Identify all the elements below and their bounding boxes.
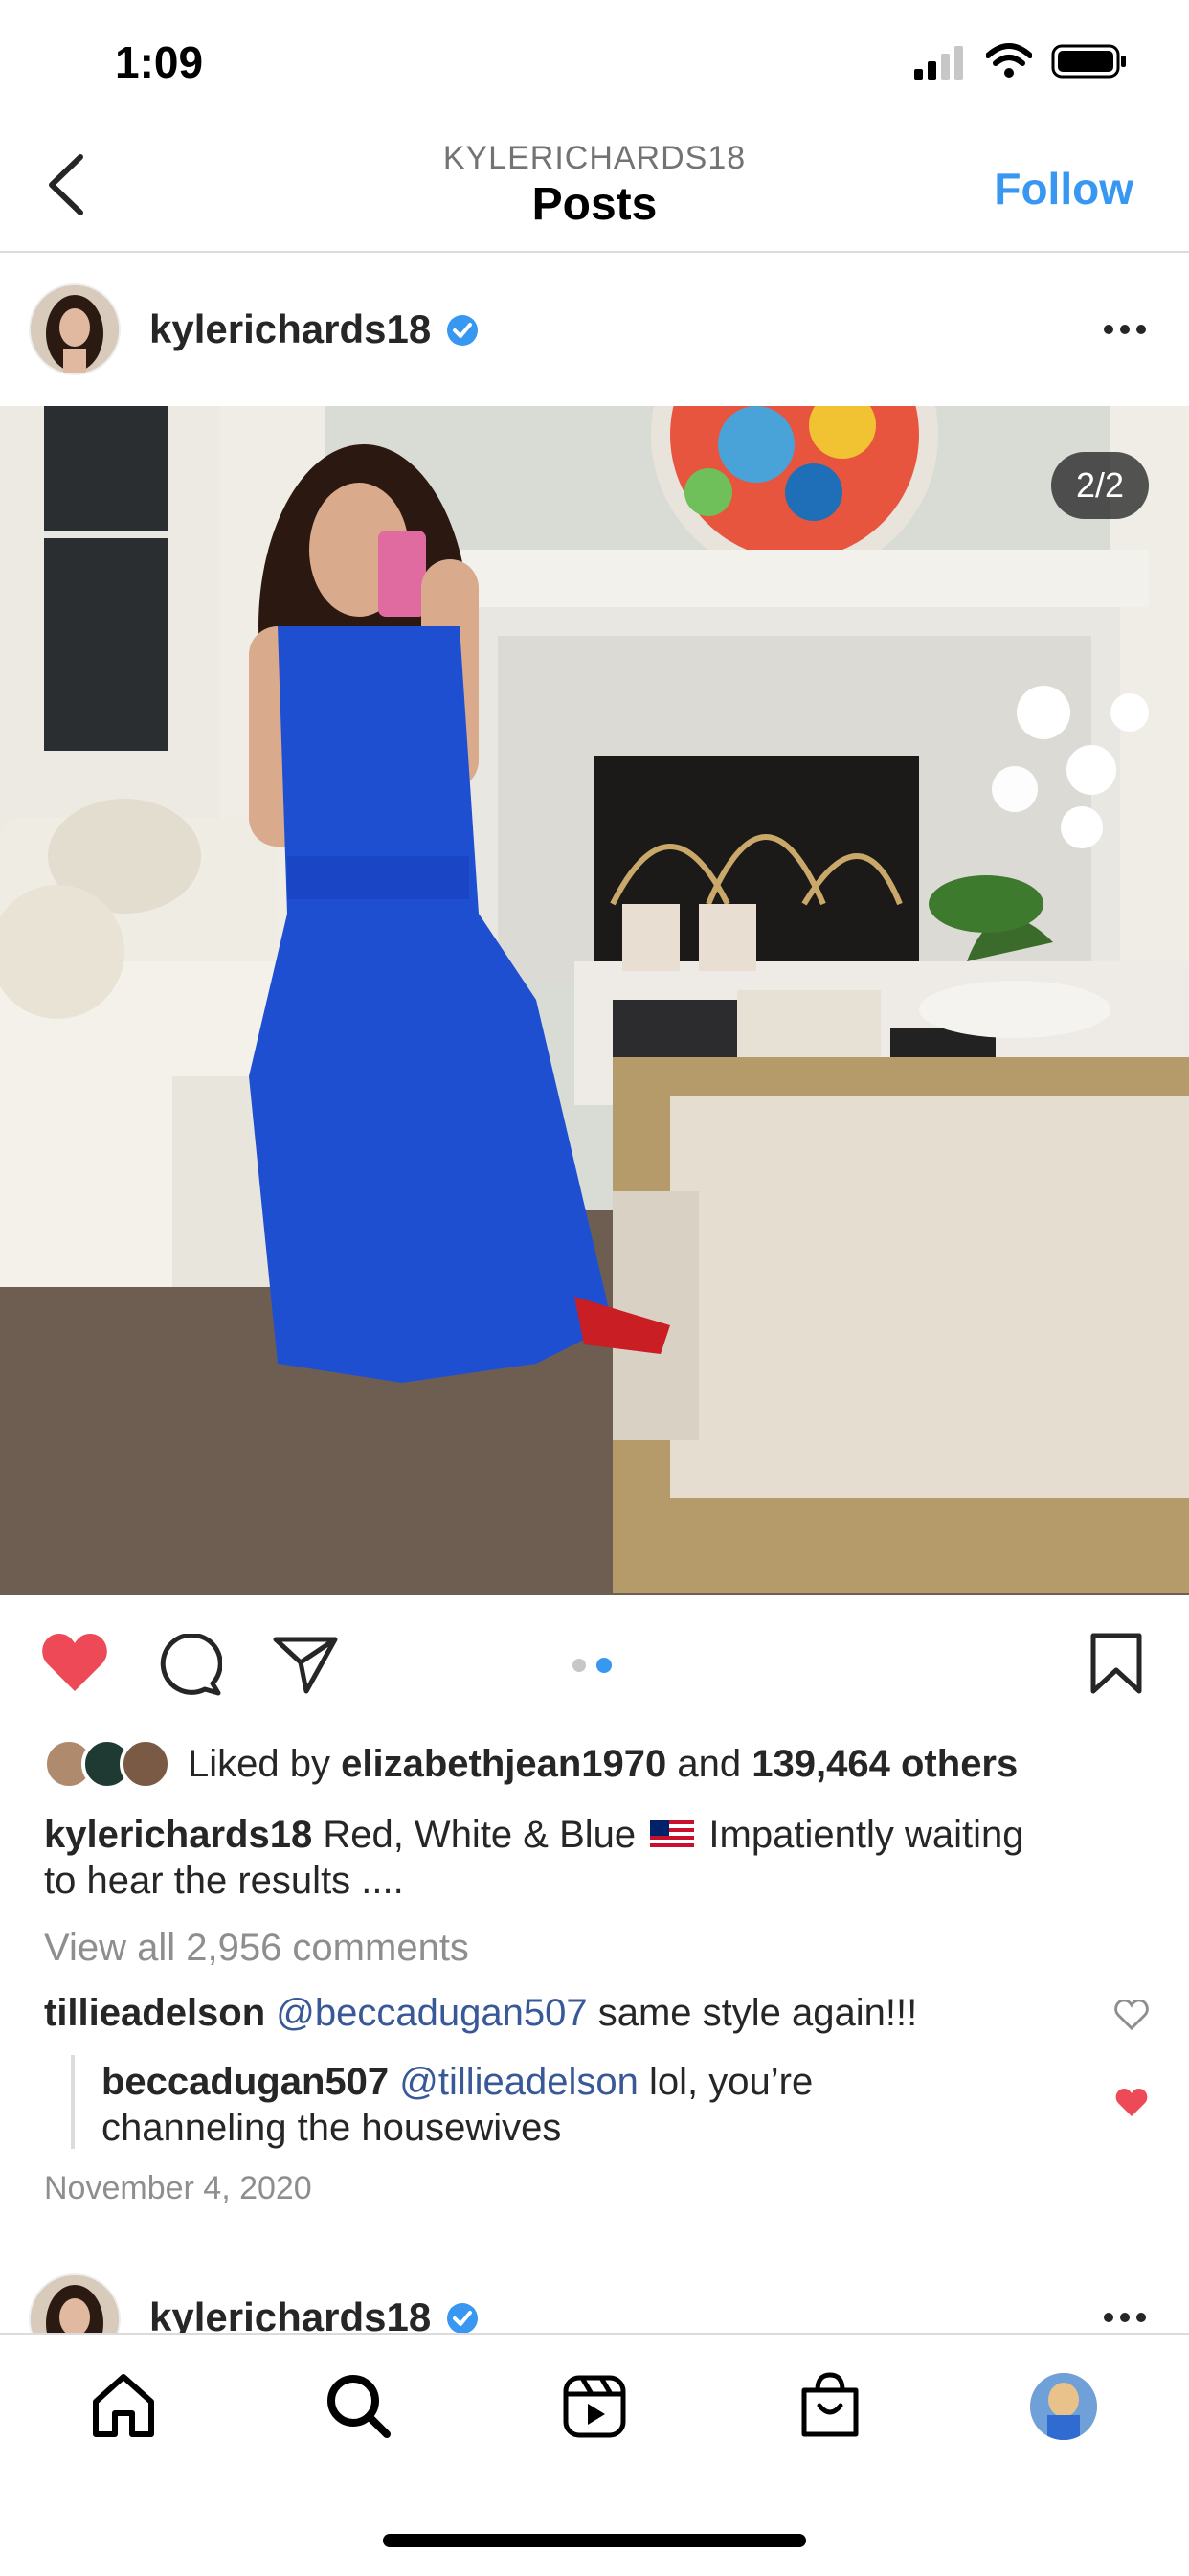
avatar[interactable] xyxy=(29,283,121,375)
verified-badge-icon xyxy=(447,2303,478,2333)
heart-icon[interactable] xyxy=(40,1632,109,1695)
post-username[interactable]: kylerichards18 xyxy=(149,306,431,352)
search-icon[interactable] xyxy=(325,2373,393,2440)
comment-text: lol, you’re xyxy=(649,2061,814,2103)
follow-button[interactable]: Follow xyxy=(994,163,1133,215)
comment-icon[interactable] xyxy=(157,1634,222,1697)
profile-tab-avatar[interactable] xyxy=(1030,2373,1097,2440)
verified-badge-icon xyxy=(447,315,478,346)
caption: kylerichards18 Red, White & Blue Impatie… xyxy=(44,1812,1155,1904)
status-time: 1:09 xyxy=(115,37,204,87)
comment-like-icon[interactable] xyxy=(1114,2000,1149,2030)
caption-text-2: Impatiently waiting xyxy=(708,1814,1024,1856)
header-divider xyxy=(0,251,1189,253)
comment-liked-heart-icon[interactable] xyxy=(1114,2088,1149,2118)
caption-username[interactable]: kylerichards18 xyxy=(44,1814,312,1856)
caption-text-3: to hear the results .... xyxy=(44,1860,404,1902)
home-indicator xyxy=(383,2534,806,2547)
signal-icon xyxy=(914,46,963,80)
post-date: November 4, 2020 xyxy=(44,2170,312,2206)
comment-username[interactable]: tillieadelson xyxy=(44,1992,265,2034)
view-all-comments-link[interactable]: View all 2,956 comments xyxy=(44,1925,469,1971)
bookmark-icon[interactable] xyxy=(1089,1632,1143,1695)
liked-by-others[interactable]: 139,464 others xyxy=(752,1743,1018,1785)
liked-by-prefix: Liked by xyxy=(188,1743,330,1785)
post-photo[interactable] xyxy=(0,406,1189,1595)
next-post-username[interactable]: kylerichards18 xyxy=(149,2294,431,2333)
image-counter: 2/2 xyxy=(1051,452,1149,519)
next-post-header: kylerichards18 xyxy=(0,2270,1189,2333)
comment-text-2: channeling the housewives xyxy=(101,2107,562,2149)
comment-username[interactable]: beccadugan507 xyxy=(101,2061,389,2103)
likes-line: Liked by elizabethjean1970 and 139,464 o… xyxy=(188,1741,1018,1787)
shop-icon[interactable] xyxy=(796,2371,864,2440)
comment-text: same style again!!! xyxy=(597,1992,918,2034)
reels-icon[interactable] xyxy=(561,2373,628,2440)
comment-mention[interactable]: @beccadugan507 xyxy=(276,1992,587,2034)
more-icon[interactable] xyxy=(1103,2312,1147,2323)
home-icon[interactable] xyxy=(90,2373,157,2438)
carousel-dots xyxy=(572,1658,612,1673)
battery-icon xyxy=(1051,44,1126,79)
wifi-icon xyxy=(986,43,1032,78)
more-icon[interactable] xyxy=(1103,324,1147,335)
liked-by-and: and xyxy=(677,1743,742,1785)
comment: tillieadelson @beccadugan507 same style … xyxy=(44,1990,1097,2036)
next-post-avatar[interactable] xyxy=(29,2273,121,2333)
liked-by-user[interactable]: elizabethjean1970 xyxy=(341,1743,666,1785)
comment-reply: beccadugan507 @tillieadelson lol, you’re… xyxy=(101,2059,1078,2151)
reply-indent-line xyxy=(71,2055,75,2149)
comment-mention[interactable]: @tillieadelson xyxy=(399,2061,639,2103)
us-flag-icon xyxy=(650,1816,695,1851)
share-icon[interactable] xyxy=(272,1636,339,1695)
caption-text: Red, White & Blue xyxy=(323,1814,637,1856)
liker-avatars xyxy=(42,1737,176,1791)
